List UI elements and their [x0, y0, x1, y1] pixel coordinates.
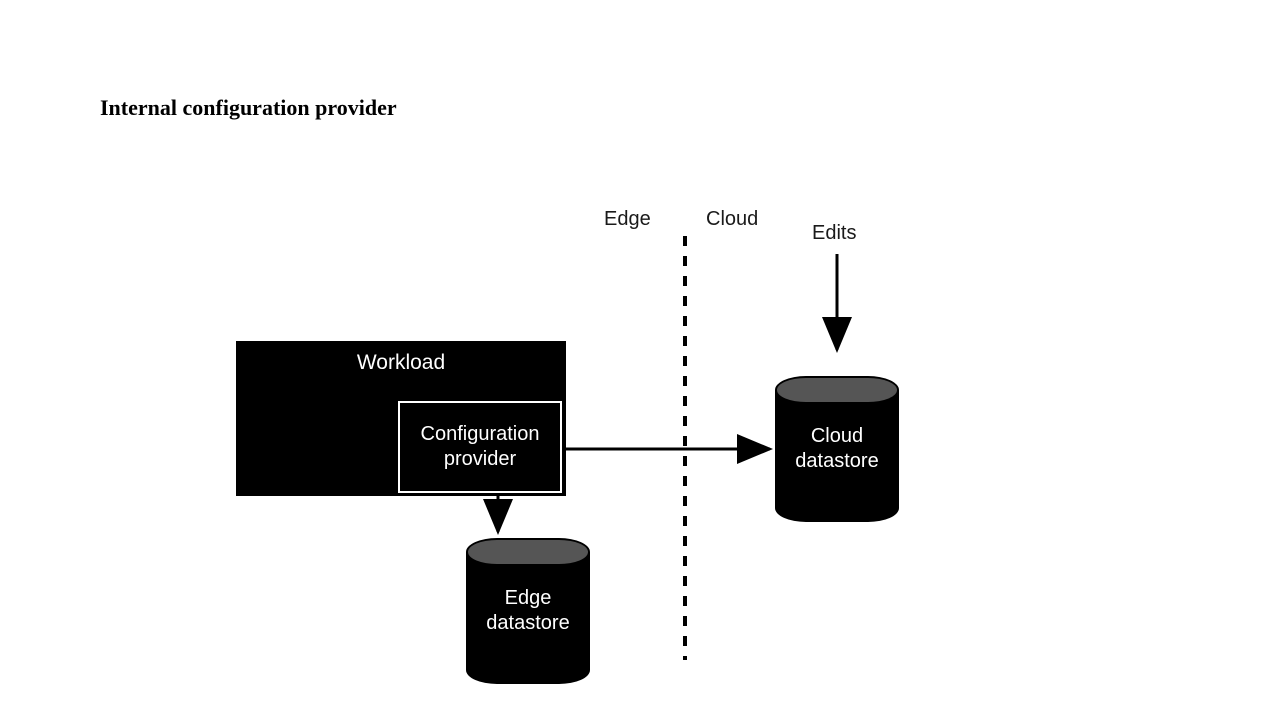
edge-datastore-node: Edge datastore: [466, 538, 590, 684]
edge-datastore-label: Edge datastore: [466, 586, 590, 636]
diagram-title: Internal configuration provider: [100, 95, 397, 121]
workload-label: Workload: [236, 351, 566, 375]
cylinder-top-icon: [775, 376, 899, 404]
cylinder-bottom-icon: [775, 494, 899, 522]
cylinder-bottom-icon: [466, 656, 590, 684]
configuration-provider-node: Configuration provider: [398, 401, 562, 493]
cloud-datastore-label: Cloud datastore: [775, 424, 899, 474]
edits-label: Edits: [812, 222, 856, 245]
cylinder-top-icon: [466, 538, 590, 566]
edge-side-label: Edge: [604, 208, 651, 231]
cloud-side-label: Cloud: [706, 208, 758, 231]
cloud-datastore-node: Cloud datastore: [775, 376, 899, 522]
configuration-provider-label: Configuration provider: [400, 422, 560, 472]
